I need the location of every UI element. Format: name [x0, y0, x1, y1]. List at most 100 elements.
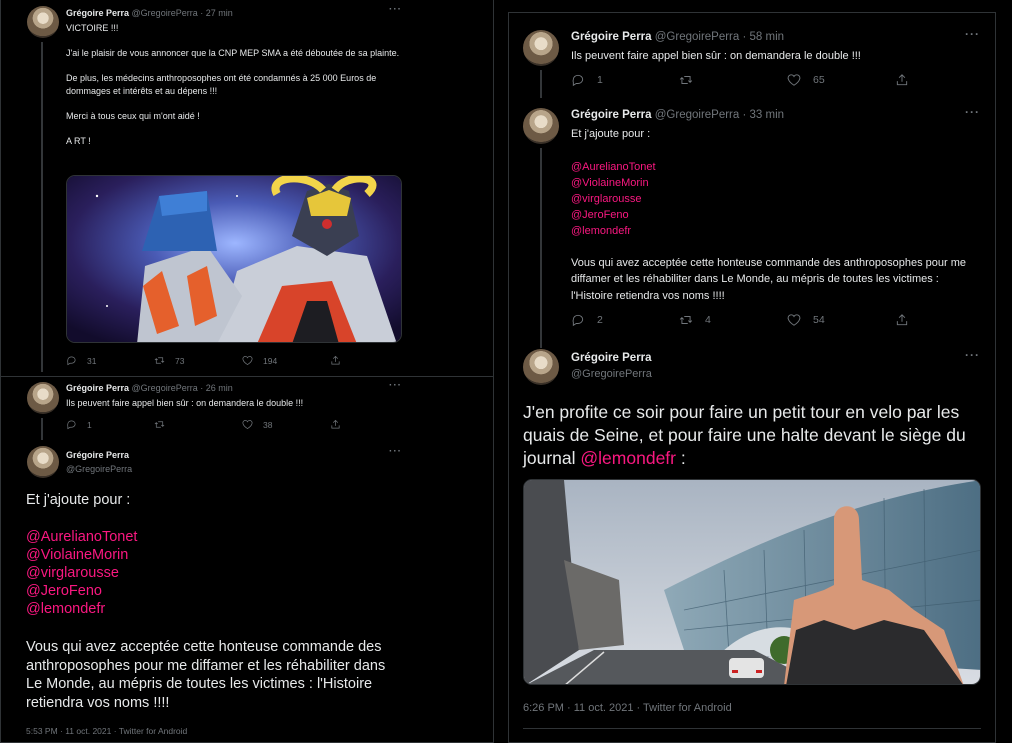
retweet-button[interactable]: [154, 419, 242, 430]
author-name[interactable]: Grégoire Perra: [571, 352, 652, 364]
reply-button[interactable]: 31: [66, 355, 154, 366]
mention-violainemorin[interactable]: @ViolaineMorin: [26, 546, 128, 565]
retweet-icon: [679, 316, 693, 324]
tweet-actions: 31 73 194: [66, 355, 418, 366]
reply-icon: [67, 356, 76, 366]
share-icon: [896, 74, 908, 86]
thread-line: [540, 70, 542, 98]
more-icon[interactable]: ···: [389, 4, 402, 15]
tweet-appel[interactable]: Grégoire Perra @GregoirePerra · 26 min ·…: [1, 376, 493, 440]
avatar[interactable]: [27, 382, 59, 414]
reply-button[interactable]: 2: [571, 313, 679, 327]
avatar[interactable]: [27, 6, 59, 38]
like-button[interactable]: 194: [242, 355, 330, 366]
like-icon: [242, 356, 253, 366]
tweet-text-end: :: [676, 448, 686, 468]
mention-lemondefr[interactable]: @lemondefr: [26, 600, 105, 619]
tweet-main-photo[interactable]: Grégoire Perra @GregoirePerra ··· J'en p…: [509, 343, 995, 742]
avatar[interactable]: [523, 349, 559, 385]
share-icon: [896, 314, 908, 326]
handle-time: @GregoirePerra · 33 min: [654, 109, 785, 121]
tweet-victoire[interactable]: Grégoire Perra @GregoirePerra · 27 min ·…: [1, 0, 493, 378]
more-icon[interactable]: ···: [965, 348, 980, 362]
author-line: Grégoire Perra @GregoirePerra · 33 min: [571, 109, 784, 121]
like-icon: [242, 420, 253, 430]
reply-count: 1: [87, 419, 92, 430]
share-button[interactable]: [330, 419, 418, 430]
tweet-timestamp[interactable]: 5:53 PM · 11 oct. 2021 · Twitter for And…: [26, 726, 187, 736]
avatar[interactable]: [27, 446, 59, 478]
author-name[interactable]: Grégoire Perra: [571, 109, 652, 121]
author-handle[interactable]: @GregoirePerra: [571, 368, 652, 380]
divider: [523, 728, 981, 729]
tweet-text: VICTOIRE !!! J'ai le plaisir de vous ann…: [66, 23, 400, 146]
reply-count: 31: [87, 355, 97, 366]
tweet-text: J'en profite ce soir pour faire un petit…: [523, 401, 985, 470]
author-name[interactable]: Grégoire Perra: [66, 450, 129, 460]
mention-lemondefr[interactable]: @lemondefr: [580, 448, 676, 468]
robot-illustration: [67, 176, 401, 342]
tweet-mentions[interactable]: Grégoire Perra @GregoirePerra · 33 min ·…: [509, 95, 995, 348]
thread-line: [540, 148, 542, 348]
retweet-button[interactable]: 4: [679, 313, 787, 327]
avatar[interactable]: [523, 108, 559, 144]
thread-line: [41, 418, 43, 440]
street-photo: [524, 480, 980, 684]
reply-icon: [572, 314, 584, 327]
mention-virglarousse[interactable]: @virglarousse: [571, 191, 641, 207]
retweet-icon: [154, 357, 165, 364]
retweet-button[interactable]: [679, 73, 787, 87]
retweet-button[interactable]: 73: [154, 355, 242, 366]
tweet-main-mentions[interactable]: Grégoire Perra @GregoirePerra ··· Et j'a…: [1, 440, 493, 742]
reply-count: 2: [597, 314, 603, 326]
tweet-photo-le-monde-building[interactable]: [523, 479, 981, 685]
more-icon[interactable]: ···: [389, 380, 402, 391]
more-icon[interactable]: ···: [965, 27, 980, 41]
author-name[interactable]: Grégoire Perra: [66, 8, 129, 18]
right-thread-panel: Grégoire Perra @GregoirePerra · 58 min ·…: [508, 12, 996, 743]
author-line: Grégoire Perra @GregoirePerra · 27 min: [66, 8, 233, 18]
reply-button[interactable]: 1: [66, 419, 154, 430]
like-count: 194: [263, 355, 278, 366]
like-button[interactable]: 54: [787, 313, 895, 327]
handle-time: @GregoirePerra · 27 min: [131, 8, 233, 18]
thread-line: [41, 42, 43, 372]
like-button[interactable]: 38: [242, 419, 330, 430]
tweet-text: Ils peuvent faire appel bien sûr : on de…: [571, 50, 861, 62]
share-button[interactable]: [895, 73, 995, 87]
reply-icon: [572, 74, 584, 87]
like-count: 38: [263, 419, 273, 430]
reply-button[interactable]: 1: [571, 73, 679, 87]
like-icon: [787, 74, 801, 86]
tweet-image-robot[interactable]: [66, 175, 402, 343]
handle-time: @GregoirePerra · 26 min: [131, 383, 233, 393]
tweet-actions: 1 65: [571, 73, 995, 87]
tweet-intro: Et j'ajoute pour :: [26, 492, 131, 508]
author-line: Grégoire Perra @GregoirePerra · 26 min: [66, 383, 233, 393]
tweet-actions: 1 38: [66, 419, 418, 430]
tweet-text: Vous qui avez acceptée cette honteuse co…: [571, 257, 967, 302]
share-icon: [331, 355, 340, 365]
mention-lemondefr[interactable]: @lemondefr: [571, 223, 631, 239]
more-icon[interactable]: ···: [965, 105, 980, 119]
handle-time: @GregoirePerra · 58 min: [654, 31, 785, 43]
mention-aurelianotonet[interactable]: @AurelianoTonet: [26, 528, 137, 547]
retweet-icon: [154, 421, 165, 428]
author-name[interactable]: Grégoire Perra: [571, 31, 652, 43]
share-button[interactable]: [895, 313, 995, 327]
like-count: 65: [813, 74, 825, 86]
share-button[interactable]: [330, 355, 418, 366]
mention-violainemorin[interactable]: @ViolaineMorin: [571, 175, 649, 191]
mention-jerofeno[interactable]: @JeroFeno: [26, 582, 102, 601]
author-handle[interactable]: @GregoirePerra: [66, 464, 132, 474]
tweet-text: Vous qui avez acceptée cette honteuse co…: [26, 639, 386, 711]
avatar[interactable]: [523, 30, 559, 66]
tweet-appel[interactable]: Grégoire Perra @GregoirePerra · 58 min ·…: [509, 13, 995, 98]
tweet-timestamp[interactable]: 6:26 PM · 11 oct. 2021 · Twitter for And…: [523, 702, 732, 714]
author-name[interactable]: Grégoire Perra: [66, 383, 129, 393]
like-button[interactable]: 65: [787, 73, 895, 87]
mention-jerofeno[interactable]: @JeroFeno: [571, 207, 629, 223]
mention-virglarousse[interactable]: @virglarousse: [26, 564, 119, 583]
mention-aurelianotonet[interactable]: @AurelianoTonet: [571, 159, 656, 175]
more-icon[interactable]: ···: [389, 446, 402, 457]
